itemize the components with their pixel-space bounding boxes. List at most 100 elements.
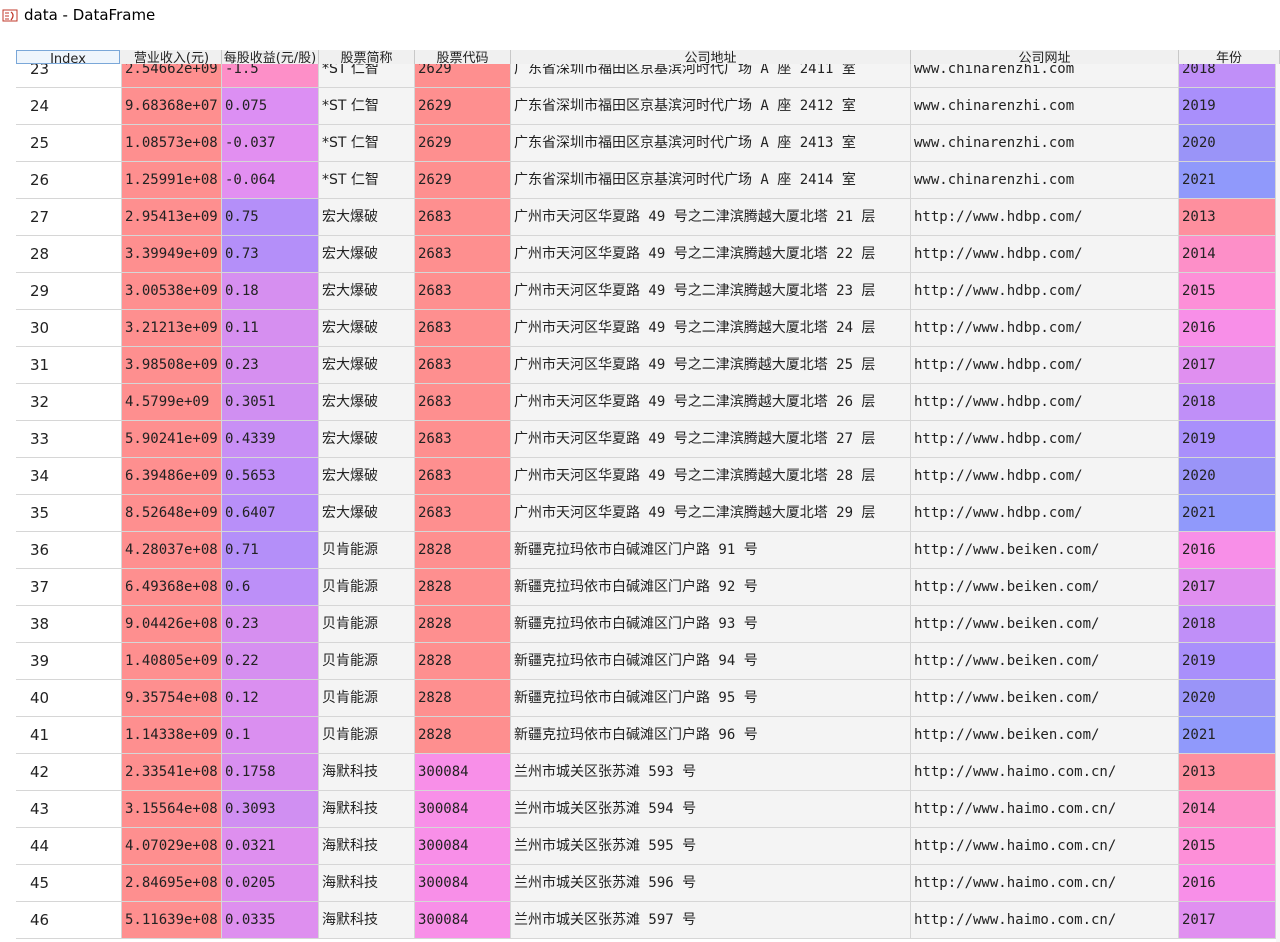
- table-row[interactable]: 46 5.11639e+08 0.0335 海默科技 300084 兰州市城关区张苏滩 5…: [16, 902, 1280, 939]
- cell-website[interactable]: http://www.beiken.com/: [911, 532, 1179, 569]
- cell-website[interactable]: http://www.hdbp.com/: [911, 236, 1179, 273]
- cell-index[interactable]: 27: [16, 199, 122, 236]
- table-row[interactable]: 33 5.90241e+09 0.4339 宏大爆破 2683 广州市天河区华夏路 49 …: [16, 421, 1280, 458]
- column-header-stock-code[interactable]: 股票代码: [415, 50, 511, 64]
- cell-stock-name[interactable]: 宏大爆破: [319, 384, 415, 421]
- cell-stock-name[interactable]: 贝肯能源: [319, 532, 415, 569]
- cell-index[interactable]: 46: [16, 902, 122, 939]
- cell-stock-code[interactable]: 2683: [415, 347, 511, 384]
- cell-year[interactable]: 2021: [1179, 717, 1276, 754]
- cell-address[interactable]: 广州市天河区华夏路 49 号之二津滨腾越大厦北塔 21 层: [511, 199, 911, 236]
- cell-address[interactable]: 广州市天河区华夏路 49 号之二津滨腾越大厦北塔 22 层: [511, 236, 911, 273]
- cell-stock-name[interactable]: 海默科技: [319, 754, 415, 791]
- cell-index[interactable]: 33: [16, 421, 122, 458]
- cell-revenue[interactable]: 2.84695e+08: [122, 865, 222, 902]
- cell-stock-code[interactable]: 2828: [415, 643, 511, 680]
- cell-year[interactable]: 2016: [1179, 865, 1276, 902]
- cell-stock-code[interactable]: 2683: [415, 458, 511, 495]
- cell-index[interactable]: 30: [16, 310, 122, 347]
- table-row[interactable]: 28 3.39949e+09 0.73 宏大爆破 2683 广州市天河区华夏路 49 号之…: [16, 236, 1280, 273]
- cell-index[interactable]: 24: [16, 88, 122, 125]
- cell-eps[interactable]: 0.6: [222, 569, 319, 606]
- cell-stock-code[interactable]: 2683: [415, 236, 511, 273]
- cell-revenue[interactable]: 4.28037e+08: [122, 532, 222, 569]
- dataframe-table[interactable]: Index 营业收入(元) 每股收益(元/股) 股票简称 股票代码 公司地址 公…: [16, 50, 1280, 942]
- cell-website[interactable]: www.chinarenzhi.com: [911, 125, 1179, 162]
- table-row[interactable]: 32 4.5799e+09 0.3051 宏大爆破 2683 广州市天河区华夏路 49 号…: [16, 384, 1280, 421]
- cell-address[interactable]: 兰州市城关区张苏滩 597 号: [511, 902, 911, 939]
- cell-website[interactable]: http://www.hdbp.com/: [911, 347, 1179, 384]
- column-header-index[interactable]: Index: [16, 50, 120, 64]
- cell-eps[interactable]: 0.3093: [222, 791, 319, 828]
- cell-website[interactable]: http://www.beiken.com/: [911, 569, 1179, 606]
- cell-address[interactable]: 兰州市城关区张苏滩 593 号: [511, 754, 911, 791]
- cell-index[interactable]: 38: [16, 606, 122, 643]
- cell-index[interactable]: 37: [16, 569, 122, 606]
- cell-address[interactable]: 广州市天河区华夏路 49 号之二津滨腾越大厦北塔 25 层: [511, 347, 911, 384]
- cell-eps[interactable]: 0.4339: [222, 421, 319, 458]
- cell-stock-code[interactable]: 300084: [415, 754, 511, 791]
- cell-address[interactable]: 广州市天河区华夏路 49 号之二津滨腾越大厦北塔 24 层: [511, 310, 911, 347]
- cell-revenue[interactable]: 9.68368e+07: [122, 88, 222, 125]
- cell-stock-code[interactable]: 2828: [415, 680, 511, 717]
- cell-index[interactable]: 34: [16, 458, 122, 495]
- cell-stock-name[interactable]: 宏大爆破: [319, 495, 415, 532]
- cell-stock-name[interactable]: 宏大爆破: [319, 236, 415, 273]
- cell-stock-code[interactable]: 2828: [415, 532, 511, 569]
- cell-website[interactable]: http://www.hdbp.com/: [911, 384, 1179, 421]
- cell-index[interactable]: 29: [16, 273, 122, 310]
- cell-stock-code[interactable]: 2828: [415, 569, 511, 606]
- cell-eps[interactable]: 0.12: [222, 680, 319, 717]
- cell-website[interactable]: http://www.hdbp.com/: [911, 310, 1179, 347]
- table-row[interactable]: 25 1.08573e+08 -0.037 *ST 仁智 2629 广东省深圳市福田区京基…: [16, 125, 1280, 162]
- cell-stock-code[interactable]: 300084: [415, 865, 511, 902]
- cell-eps[interactable]: 0.0335: [222, 902, 319, 939]
- cell-revenue[interactable]: 1.14338e+09: [122, 717, 222, 754]
- cell-stock-name[interactable]: 海默科技: [319, 791, 415, 828]
- cell-stock-code[interactable]: 300084: [415, 828, 511, 865]
- cell-index[interactable]: 31: [16, 347, 122, 384]
- cell-revenue[interactable]: 3.21213e+09: [122, 310, 222, 347]
- cell-index[interactable]: 42: [16, 754, 122, 791]
- cell-stock-code[interactable]: 300084: [415, 902, 511, 939]
- cell-year[interactable]: 2021: [1179, 495, 1276, 532]
- cell-revenue[interactable]: 9.35754e+08: [122, 680, 222, 717]
- cell-stock-code[interactable]: 2629: [415, 125, 511, 162]
- cell-eps[interactable]: 0.5653: [222, 458, 319, 495]
- column-header-website[interactable]: 公司网址: [911, 50, 1179, 64]
- cell-revenue[interactable]: 2.54662e+09: [122, 64, 222, 88]
- cell-stock-code[interactable]: 2683: [415, 421, 511, 458]
- cell-revenue[interactable]: 9.04426e+08: [122, 606, 222, 643]
- cell-year[interactable]: 2021: [1179, 162, 1276, 199]
- cell-eps[interactable]: -0.064: [222, 162, 319, 199]
- cell-address[interactable]: 新疆克拉玛依市白碱滩区门户路 91 号: [511, 532, 911, 569]
- cell-website[interactable]: www.chinarenzhi.com: [911, 64, 1179, 88]
- cell-year[interactable]: 2018: [1179, 606, 1276, 643]
- cell-index[interactable]: 43: [16, 791, 122, 828]
- column-header-revenue[interactable]: 营业收入(元): [122, 50, 222, 64]
- cell-website[interactable]: www.chinarenzhi.com: [911, 88, 1179, 125]
- table-row[interactable]: 29 3.00538e+09 0.18 宏大爆破 2683 广州市天河区华夏路 49 号之…: [16, 273, 1280, 310]
- cell-address[interactable]: 兰州市城关区张苏滩 594 号: [511, 791, 911, 828]
- cell-website[interactable]: http://www.hdbp.com/: [911, 199, 1179, 236]
- cell-website[interactable]: http://www.haimo.com.cn/: [911, 754, 1179, 791]
- cell-eps[interactable]: 0.75: [222, 199, 319, 236]
- cell-website[interactable]: http://www.hdbp.com/: [911, 495, 1179, 532]
- cell-stock-name[interactable]: 贝肯能源: [319, 569, 415, 606]
- cell-year[interactable]: 2015: [1179, 828, 1276, 865]
- cell-stock-code[interactable]: 2683: [415, 199, 511, 236]
- cell-year[interactable]: 2016: [1179, 532, 1276, 569]
- cell-website[interactable]: http://www.beiken.com/: [911, 717, 1179, 754]
- table-row[interactable]: 31 3.98508e+09 0.23 宏大爆破 2683 广州市天河区华夏路 49 号之…: [16, 347, 1280, 384]
- cell-website[interactable]: http://www.hdbp.com/: [911, 273, 1179, 310]
- cell-year[interactable]: 2019: [1179, 643, 1276, 680]
- column-header-address[interactable]: 公司地址: [511, 50, 911, 64]
- cell-stock-name[interactable]: 贝肯能源: [319, 606, 415, 643]
- cell-stock-code[interactable]: 2683: [415, 384, 511, 421]
- cell-stock-name[interactable]: 贝肯能源: [319, 680, 415, 717]
- cell-eps[interactable]: 0.075: [222, 88, 319, 125]
- cell-stock-name[interactable]: *ST 仁智: [319, 88, 415, 125]
- table-row[interactable]: 36 4.28037e+08 0.71 贝肯能源 2828 新疆克拉玛依市白碱滩区门户路 …: [16, 532, 1280, 569]
- cell-revenue[interactable]: 8.52648e+09: [122, 495, 222, 532]
- cell-website[interactable]: http://www.beiken.com/: [911, 643, 1179, 680]
